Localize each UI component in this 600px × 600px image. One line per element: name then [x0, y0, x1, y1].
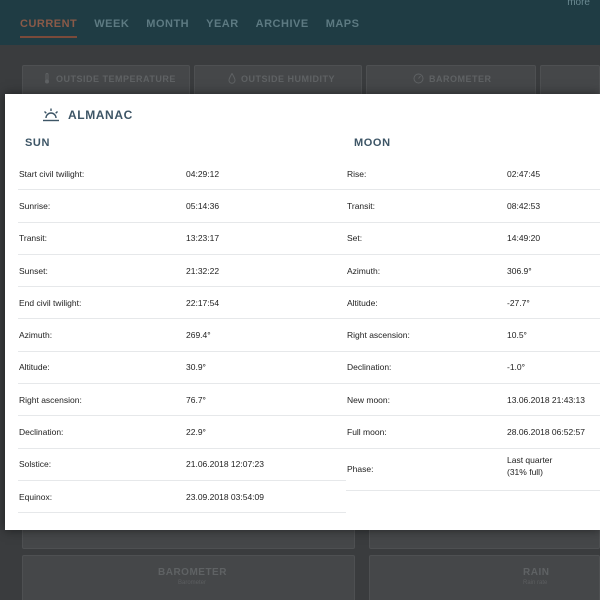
moon-row-right-ascension: Right ascension: 10.5°: [346, 319, 600, 352]
more-link[interactable]: more: [567, 0, 590, 8]
rain-chart-title: RAIN: [523, 567, 550, 578]
sun-row-solstice: Solstice: 21.06.2018 12:07:23: [18, 449, 346, 481]
barometer-title: BAROMETER: [429, 73, 492, 84]
sun-row-azimuth: Azimuth: 269.4°: [18, 319, 346, 352]
sun-row-end-civil-twilight: End civil twilight: 22:17:54: [18, 287, 346, 320]
moon-phase-percent: (31% full): [507, 466, 543, 477]
droplet-icon: [228, 73, 236, 84]
rain-chart-card: RAIN Rain rate: [369, 555, 600, 600]
thermometer-icon: [45, 73, 49, 84]
sun-row-transit: Transit: 13:23:17: [18, 223, 346, 255]
almanac-header: ALMANAC: [42, 108, 133, 122]
outside-humidity-title: OUTSIDE HUMIDITY: [241, 73, 336, 84]
moon-phase-value: Last quarter: [507, 454, 553, 465]
sun-heading: SUN: [25, 137, 51, 149]
almanac-modal: ALMANAC SUN MOON Start civil twilight: 04…: [5, 94, 600, 530]
sun-row-declination: Declination: 22.9°: [18, 416, 346, 449]
sun-row-right-ascension: Right ascension: 76.7°: [18, 384, 346, 417]
tab-maps[interactable]: MAPS: [326, 18, 360, 38]
barometer-chart-title: BAROMETER: [158, 567, 227, 578]
moon-row-set: Set: 14:49:20: [346, 223, 600, 255]
tab-year[interactable]: YEAR: [206, 18, 239, 38]
top-bar: more CURRENT WEEK MONTH YEAR ARCHIVE MAP…: [0, 0, 600, 45]
sun-row-equinox: Equinox: 23.09.2018 03:54:09: [18, 481, 346, 514]
moon-row-transit: Transit: 08:42:53: [346, 190, 600, 223]
tab-week[interactable]: WEEK: [94, 18, 129, 38]
rain-chart-subtitle: Rain rate: [523, 580, 548, 586]
main-nav: CURRENT WEEK MONTH YEAR ARCHIVE MAPS: [20, 18, 376, 38]
tab-archive[interactable]: ARCHIVE: [256, 18, 309, 38]
moon-row-altitude: Altitude: -27.7°: [346, 287, 600, 320]
sun-row-sunrise: Sunrise: 05:14:36: [18, 190, 346, 223]
moon-row-rise: Rise: 02:47:45: [346, 158, 600, 191]
gauge-icon: [413, 73, 424, 84]
moon-row-azimuth: Azimuth: 306.9°: [346, 255, 600, 288]
tab-month[interactable]: MONTH: [146, 18, 189, 38]
sun-row-start-civil-twilight: Start civil twilight: 04:29:12: [18, 158, 346, 191]
moon-table: Rise: 02:47:45 Transit: 08:42:53 Set: 14:49…: [346, 158, 600, 491]
modal-title: ALMANAC: [68, 108, 133, 122]
barometer-chart-subtitle: Barometer: [178, 580, 207, 586]
sunrise-icon: [43, 108, 59, 122]
moon-row-new-moon: New moon: 13.06.2018 21:43:13: [346, 384, 600, 417]
moon-row-declination: Declination: -1.0°: [346, 352, 600, 385]
outside-temperature-title: OUTSIDE TEMPERATURE: [56, 73, 176, 84]
tab-current[interactable]: CURRENT: [20, 18, 78, 38]
moon-row-full-moon: Full moon: 28.06.2018 06:52:57: [346, 416, 600, 449]
barometer-chart-card: BAROMETER Barometer: [22, 555, 355, 600]
sun-row-sunset: Sunset: 21:32:22: [18, 255, 346, 288]
moon-row-phase: Phase: Last quarter (31% full): [346, 449, 600, 491]
sun-table: Start civil twilight: 04:29:12 Sunrise: 05…: [18, 158, 346, 514]
sun-row-altitude: Altitude: 30.9°: [18, 352, 346, 385]
moon-heading: MOON: [354, 137, 391, 149]
